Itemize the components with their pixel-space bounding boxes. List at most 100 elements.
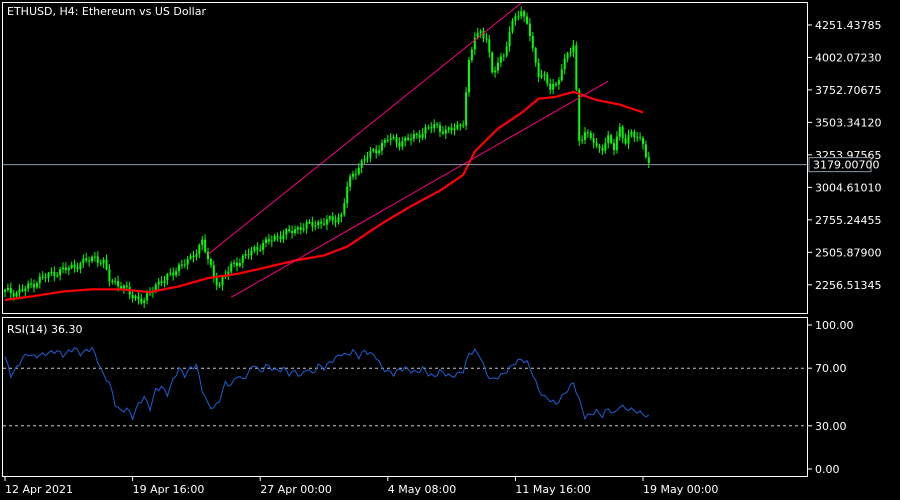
- candle: [157, 277, 160, 290]
- candle: [285, 227, 288, 240]
- candle: [430, 122, 433, 134]
- candle: [140, 293, 143, 305]
- chart-canvas[interactable]: 4251.43785 4002.07230 3752.70675 3503.34120…: [0, 0, 900, 500]
- candle: [610, 134, 613, 145]
- candle: [456, 121, 459, 131]
- candle: [169, 268, 172, 277]
- candle: [82, 254, 85, 268]
- price-tick-label: 4002.07230: [815, 51, 881, 64]
- time-tick-label: 4 May 08:00: [388, 483, 456, 496]
- rsi-tick-label: 70.00: [815, 362, 847, 375]
- candle: [453, 123, 456, 136]
- candle: [166, 272, 169, 286]
- candle: [601, 144, 604, 155]
- candle: [465, 86, 468, 131]
- candle: [18, 284, 21, 299]
- candle: [247, 248, 250, 260]
- candle: [47, 271, 50, 283]
- candle: [59, 266, 62, 281]
- candle: [349, 173, 352, 191]
- candle: [314, 220, 317, 231]
- candle: [575, 41, 578, 92]
- price-tick-label: 4251.43785: [815, 19, 881, 32]
- candle: [21, 284, 24, 293]
- candle: [236, 257, 238, 272]
- candle: [33, 279, 35, 293]
- candle: [79, 261, 82, 274]
- candle: [323, 218, 325, 226]
- candle: [62, 262, 64, 273]
- candle: [549, 78, 552, 95]
- candle: [627, 129, 630, 150]
- candle: [523, 9, 526, 22]
- candle: [317, 219, 320, 229]
- candle: [604, 137, 607, 154]
- candle: [473, 32, 476, 55]
- candle: [296, 225, 299, 234]
- candle: [96, 251, 99, 268]
- candle: [125, 281, 128, 290]
- candle: [644, 140, 647, 159]
- candle: [537, 58, 540, 83]
- candle: [198, 243, 201, 259]
- candle: [311, 216, 314, 232]
- candle: [41, 271, 44, 280]
- candle: [520, 6, 523, 20]
- candle: [581, 135, 584, 144]
- candle: [494, 66, 497, 78]
- candle: [143, 297, 146, 309]
- candle: [93, 251, 96, 262]
- candle: [256, 242, 259, 256]
- current-price-label: 3179.00700: [813, 159, 879, 172]
- candle: [282, 230, 285, 244]
- candle: [9, 282, 12, 299]
- candle: [244, 250, 247, 259]
- candle: [241, 254, 244, 269]
- candle: [64, 262, 67, 274]
- price-tick-label: 3752.70675: [815, 84, 881, 97]
- candle: [598, 143, 601, 153]
- candle: [30, 278, 33, 289]
- candle: [566, 51, 569, 63]
- candle: [375, 144, 378, 159]
- candle: [134, 294, 137, 301]
- price-tick-label: 2755.24455: [815, 214, 881, 227]
- candle: [160, 276, 163, 287]
- rsi-panel-frame: [2, 317, 808, 477]
- chart-window[interactable]: 4251.43785 4002.07230 3752.70675 3503.34120…: [0, 0, 900, 500]
- candle: [592, 132, 595, 149]
- candle: [108, 264, 111, 287]
- candle: [497, 57, 499, 74]
- candle: [621, 125, 624, 144]
- candle: [491, 51, 494, 74]
- candle: [265, 236, 267, 248]
- candle: [488, 35, 491, 58]
- time-tick-label: 12 Apr 2021: [5, 483, 73, 496]
- candle: [354, 168, 357, 180]
- candle: [415, 132, 418, 139]
- candle: [366, 151, 369, 163]
- candle: [499, 52, 502, 67]
- candle: [259, 244, 262, 253]
- candle: [470, 46, 473, 63]
- candle: [378, 145, 381, 156]
- candle: [528, 18, 531, 42]
- candle: [514, 13, 517, 26]
- candle: [262, 239, 265, 255]
- candle: [53, 266, 56, 282]
- candle: [44, 272, 47, 283]
- candle: [418, 129, 421, 143]
- candle: [276, 232, 279, 242]
- candle: [294, 225, 296, 236]
- candle: [56, 272, 59, 278]
- candle: [189, 253, 192, 261]
- candle: [410, 133, 412, 146]
- candle: [230, 261, 233, 276]
- candle: [302, 223, 305, 233]
- candle: [76, 262, 79, 273]
- candle: [218, 281, 221, 289]
- candle: [563, 53, 566, 75]
- candle: [334, 215, 337, 228]
- candle: [215, 272, 218, 291]
- candle: [639, 132, 642, 141]
